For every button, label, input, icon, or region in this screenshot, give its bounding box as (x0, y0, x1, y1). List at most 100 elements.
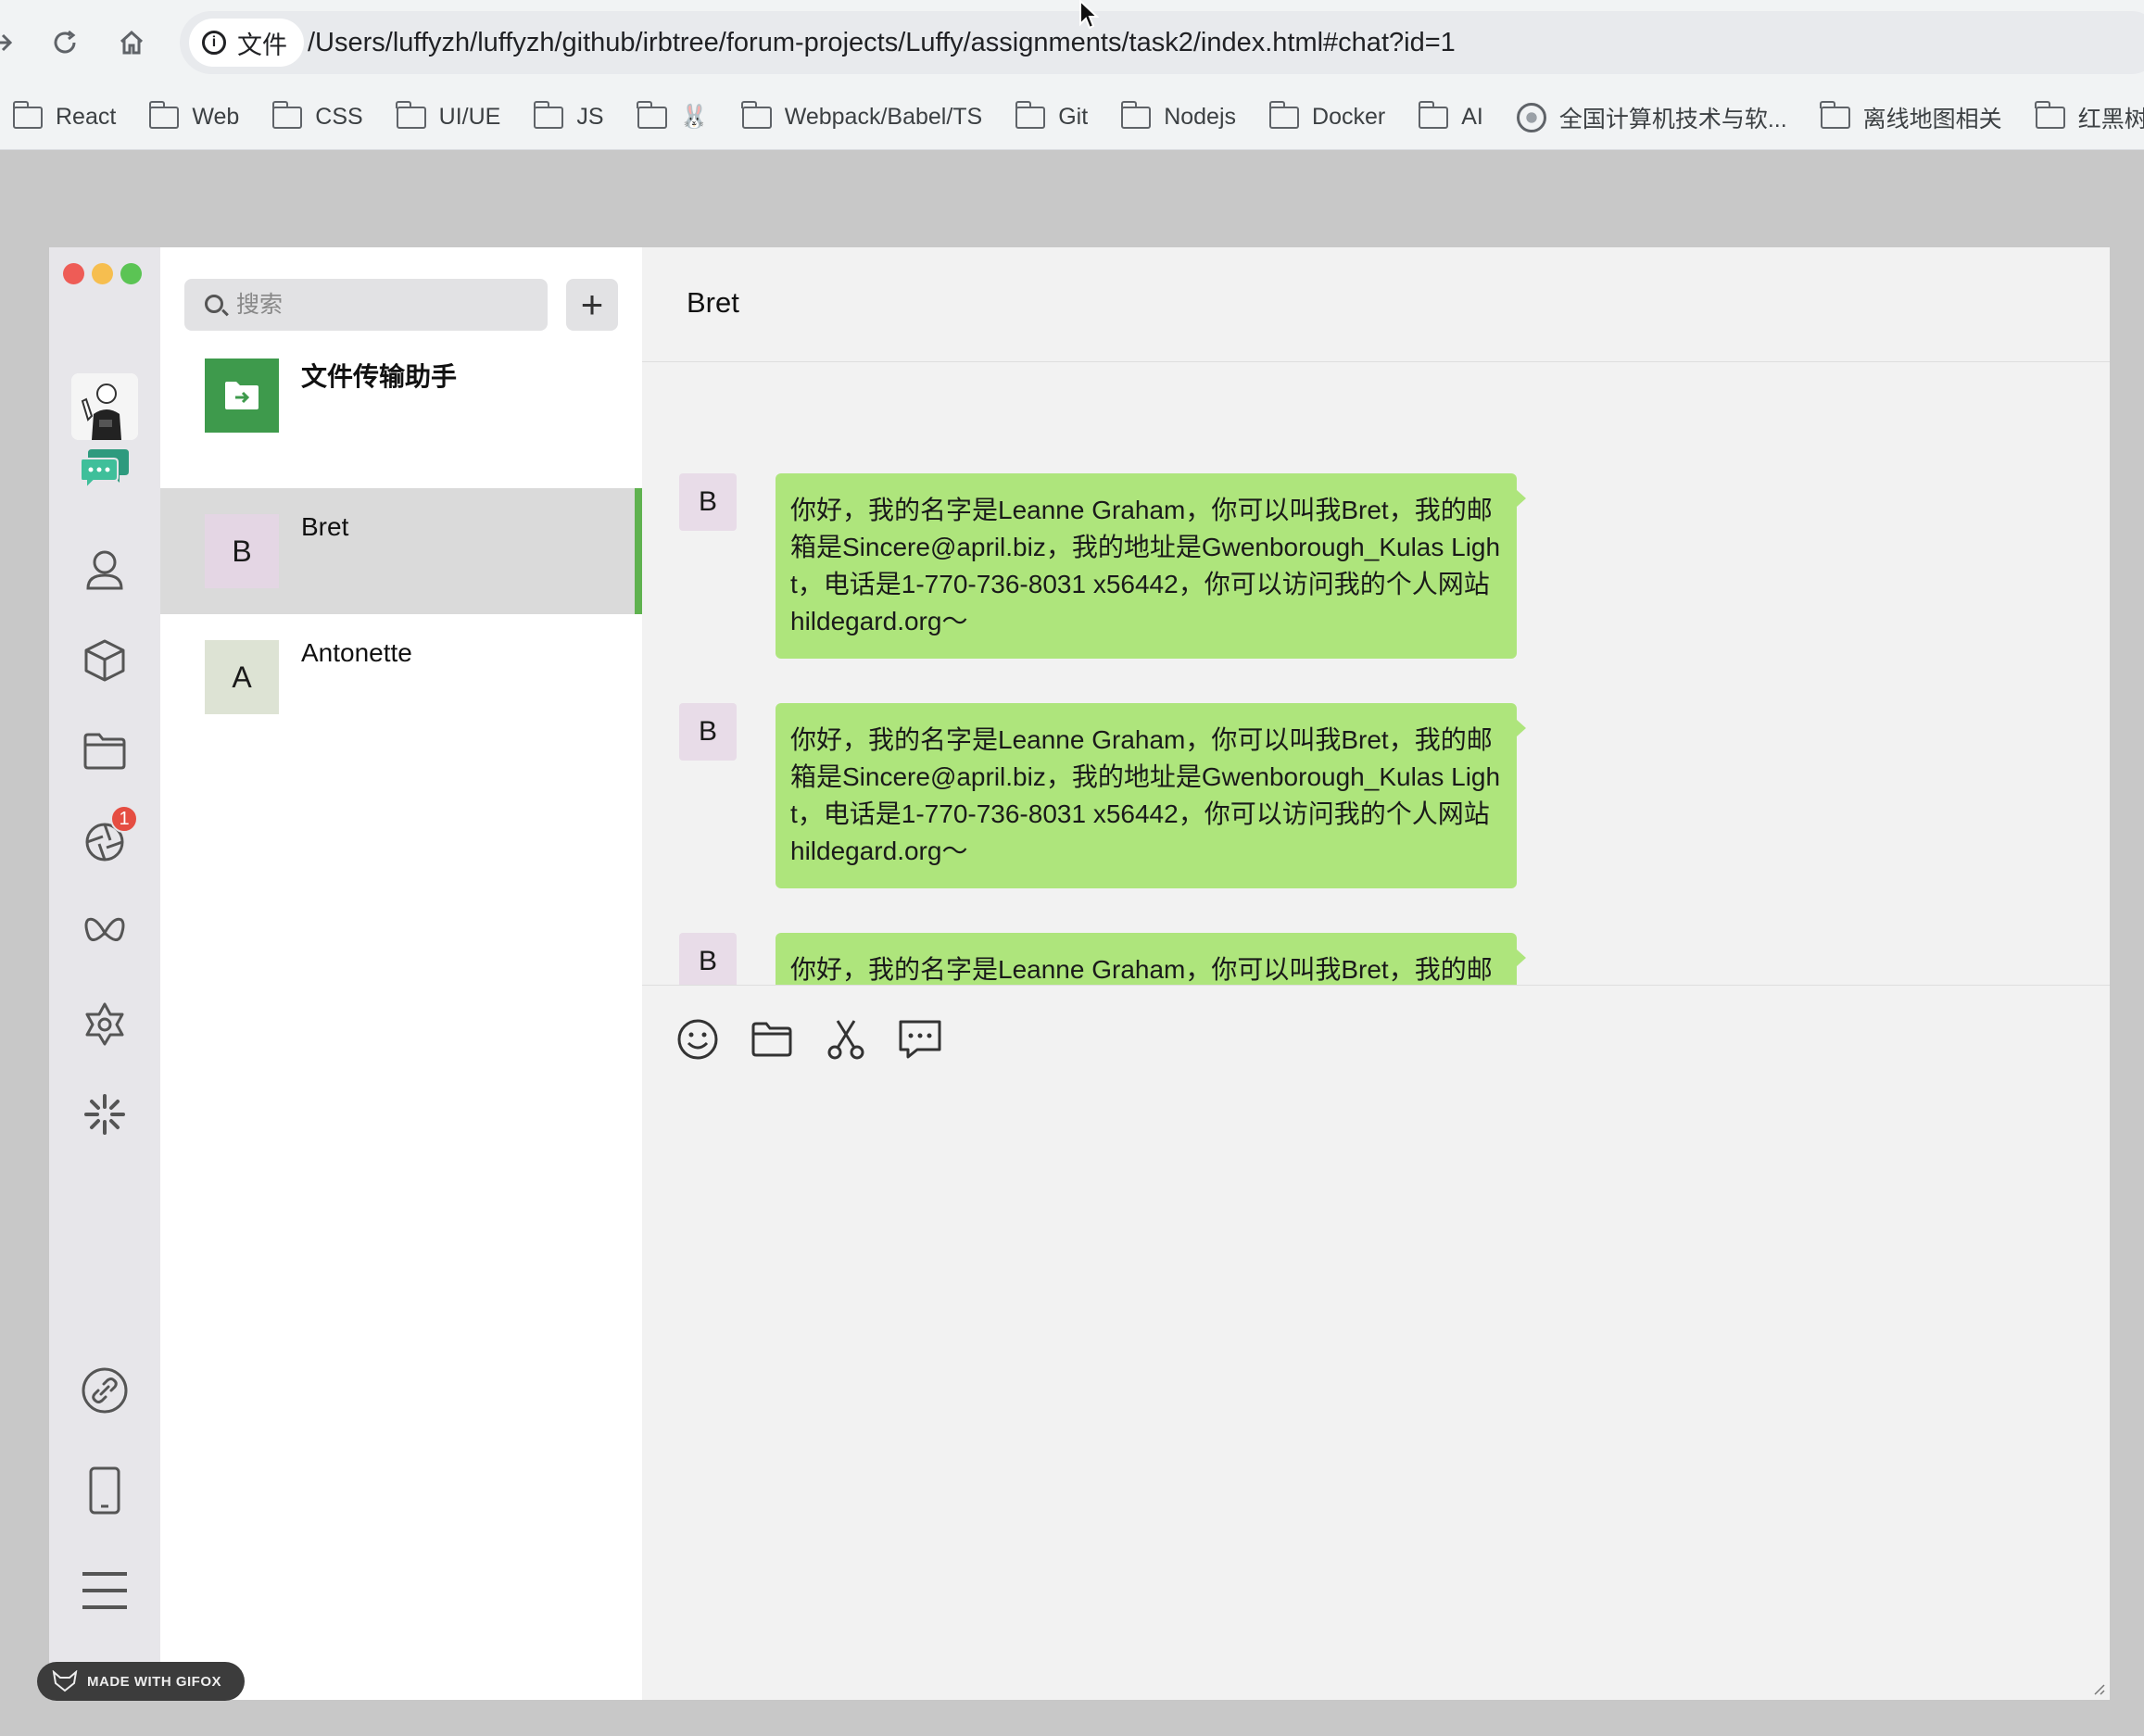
bookmark-label: Web (192, 104, 240, 130)
maximize-window-button[interactable] (120, 263, 142, 284)
bookmark-css[interactable]: CSS (271, 100, 363, 131)
bookmark-label: 🐰 (679, 104, 709, 130)
minimize-window-button[interactable] (92, 263, 113, 284)
folder-icon (271, 100, 303, 129)
info-icon: i (202, 31, 226, 55)
home-icon[interactable] (107, 19, 156, 67)
message-avatar[interactable]: B (679, 703, 737, 761)
folder-icon (533, 100, 564, 129)
add-button[interactable]: + (566, 279, 618, 331)
file-transfer-icon (205, 359, 279, 433)
bookmark-react[interactable]: React (12, 100, 116, 131)
bookmark-rabbit[interactable]: 🐰 (637, 100, 709, 131)
folder-icon (741, 100, 772, 129)
bookmark-git[interactable]: Git (1015, 100, 1089, 131)
resize-grip-icon[interactable] (2091, 1681, 2106, 1696)
bookmark-label: 全国计算机技术与软... (1558, 106, 1787, 132)
site-chip-label: 文件 (237, 31, 287, 59)
bookmark-docker[interactable]: Docker (1268, 100, 1386, 131)
chat-item-antonette[interactable]: A Antonette (160, 614, 642, 740)
forward-icon[interactable] (0, 19, 26, 67)
bookmark-label: Git (1058, 104, 1089, 130)
site-info-chip[interactable]: i 文件 (189, 19, 304, 67)
chat-icon[interactable] (77, 440, 132, 496)
folder-icon[interactable] (77, 723, 132, 779)
bookmark-js[interactable]: JS (533, 100, 604, 131)
phone-icon[interactable] (77, 1463, 132, 1518)
message-bubble[interactable]: 你好，我的名字是Leanne Graham，你可以叫我Bret，我的邮箱是Sin… (776, 933, 1526, 985)
bookmark-label: JS (576, 104, 604, 130)
bookmark-label: 离线地图相关 (1862, 106, 2002, 132)
icon-rail: 1 (49, 247, 160, 1700)
message-list[interactable]: B 你好，我的名字是Leanne Graham，你可以叫我Bret，我的邮箱是S… (642, 362, 2110, 985)
bookmark-web[interactable]: Web (148, 100, 240, 131)
chat-name: 文件传输助手 (301, 362, 458, 391)
chat-name: Bret (301, 512, 349, 541)
menu-icon[interactable] (77, 1563, 132, 1618)
conversation-header: Bret (642, 247, 2110, 362)
browser-toolbar: i 文件 /Users/luffyzh/luffyzh/github/irbtr… (0, 0, 2144, 85)
folder-icon (1418, 100, 1449, 129)
folder-icon[interactable] (748, 1015, 796, 1063)
contact-avatar: B (205, 514, 279, 588)
message-avatar[interactable]: B (679, 933, 737, 985)
folder-icon (12, 100, 43, 129)
address-bar[interactable]: i 文件 /Users/luffyzh/luffyzh/github/irbtr… (180, 11, 2144, 74)
site-favicon-icon (1516, 102, 1546, 132)
butterfly-icon[interactable] (77, 905, 132, 961)
bookmark-label: AI (1461, 104, 1483, 130)
chat-item-bret[interactable]: B Bret (160, 488, 642, 614)
conversation-panel: Bret B 你好，我的名字是Leanne Graham，你可以叫我Bret，我… (642, 247, 2110, 1700)
contacts-icon[interactable] (77, 542, 132, 598)
message-bubble[interactable]: 你好，我的名字是Leanne Graham，你可以叫我Bret，我的邮箱是Sin… (776, 703, 1526, 888)
folder-icon (396, 100, 426, 129)
bookmark-label: Nodejs (1164, 104, 1237, 130)
folder-icon (1820, 100, 1850, 129)
folder-icon (1120, 100, 1152, 129)
bookmark-label: Docker (1312, 104, 1386, 130)
conversation-title: Bret (687, 286, 739, 319)
emoji-icon[interactable] (674, 1015, 722, 1063)
folder-icon (1015, 100, 1046, 129)
folder-icon (1268, 100, 1300, 129)
bookmark-exam[interactable]: 全国计算机技术与软... (1516, 101, 1787, 134)
bookmark-offline-maps[interactable]: 离线地图相关 (1820, 100, 2002, 134)
search-icon (205, 295, 223, 313)
fox-icon (52, 1670, 78, 1692)
contact-avatar: A (205, 640, 279, 714)
bookmark-ai[interactable]: AI (1418, 100, 1483, 131)
folder-icon (637, 100, 667, 129)
app-window: 1 搜索 + 文件传输助手 B Bret A Antonette Bret B … (49, 247, 2110, 1700)
star-icon[interactable] (77, 996, 132, 1051)
close-window-button[interactable] (63, 263, 84, 284)
bookmark-rb-tree[interactable]: 红黑树 (2035, 100, 2144, 134)
reload-icon[interactable] (41, 19, 89, 67)
bookmark-nodejs[interactable]: Nodejs (1120, 100, 1237, 131)
search-placeholder: 搜索 (236, 292, 284, 318)
search-input[interactable]: 搜索 (184, 279, 548, 331)
cube-icon[interactable] (77, 633, 132, 688)
bookmark-label: UI/UE (438, 104, 501, 130)
message-bubble[interactable]: 你好，我的名字是Leanne Graham，你可以叫我Bret，我的邮箱是Sin… (776, 473, 1526, 659)
scissors-icon[interactable] (822, 1015, 870, 1063)
sparkle-icon[interactable] (77, 1087, 132, 1142)
bookmarks-bar: React Web CSS UI/UE JS 🐰 Webpack/Babel/T… (0, 85, 2144, 150)
cursor-icon (1078, 0, 1101, 36)
folder-icon (2035, 100, 2065, 129)
conversation-list: 搜索 + 文件传输助手 B Bret A Antonette (160, 247, 642, 1700)
moments-icon[interactable]: 1 (77, 805, 138, 870)
chat-item-file-transfer[interactable]: 文件传输助手 (160, 333, 642, 459)
message-avatar[interactable]: B (679, 473, 737, 531)
bookmark-ui-ue[interactable]: UI/UE (396, 100, 501, 131)
message-composer[interactable] (642, 985, 2110, 1700)
bookmark-label: 红黑树 (2077, 106, 2144, 132)
bookmark-label: Webpack/Babel/TS (784, 104, 983, 130)
url-text[interactable]: /Users/luffyzh/luffyzh/github/irbtree/fo… (308, 11, 1456, 74)
avatar[interactable] (71, 373, 138, 440)
gifox-watermark: MADE WITH GIFOX (37, 1662, 245, 1701)
chat-history-icon[interactable] (896, 1015, 944, 1063)
bookmark-webpack[interactable]: Webpack/Babel/TS (741, 100, 983, 131)
folder-icon (148, 100, 180, 129)
bookmark-label: CSS (315, 104, 363, 130)
link-icon[interactable] (77, 1363, 132, 1418)
